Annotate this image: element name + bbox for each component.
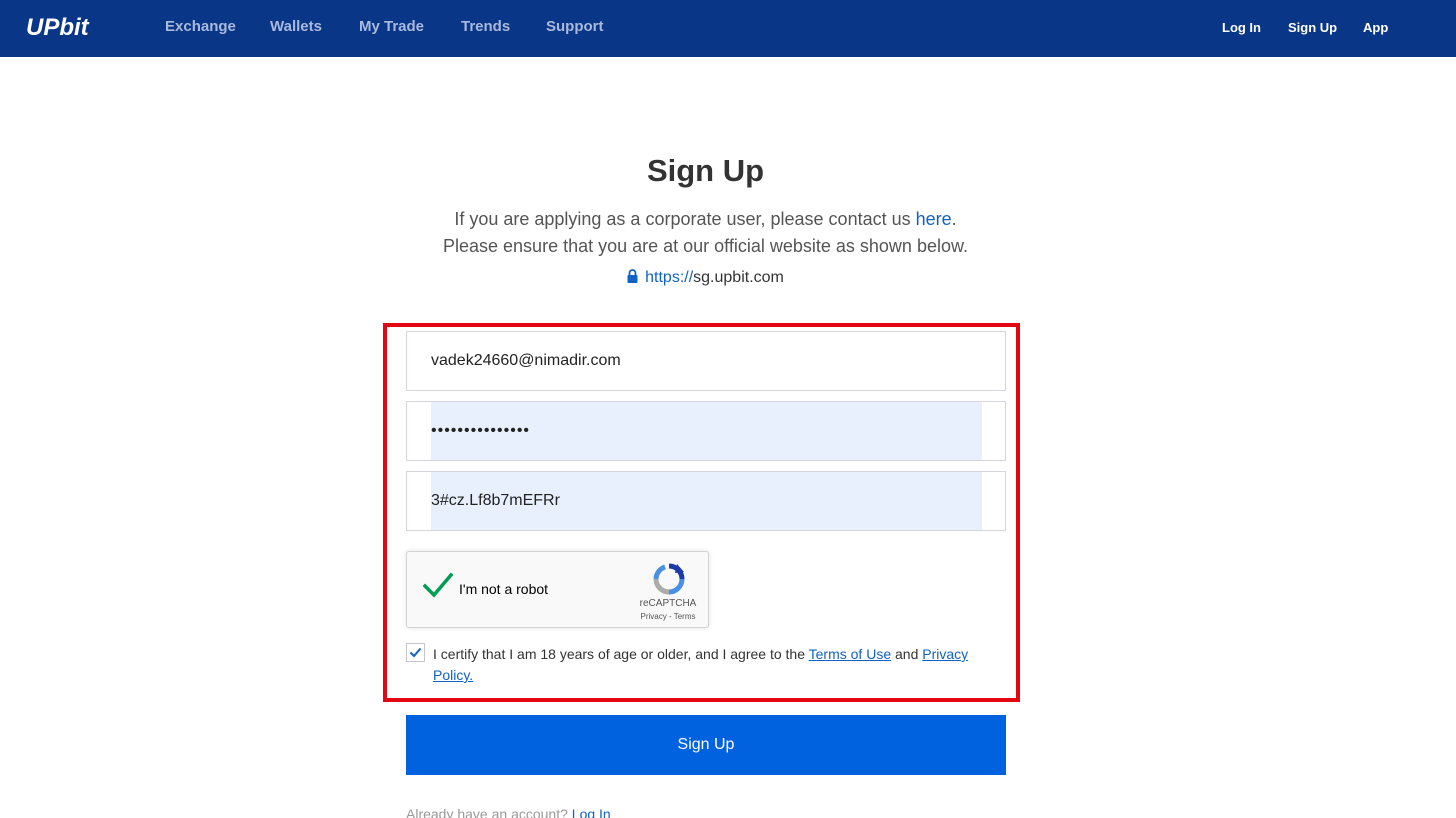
nav-exchange[interactable]: Exchange xyxy=(165,18,236,35)
official-url: https://sg.upbit.com xyxy=(0,269,1411,287)
corporate-notice-text: If you are applying as a corporate user,… xyxy=(454,209,916,229)
email-input[interactable] xyxy=(431,332,982,390)
terms-checkbox[interactable] xyxy=(406,643,425,662)
nav-trends[interactable]: Trends xyxy=(461,18,510,35)
upbit-logo[interactable]: UPbit xyxy=(26,12,108,42)
recaptcha-logo-icon xyxy=(653,563,685,595)
nav-my-trade[interactable]: My Trade xyxy=(359,18,424,35)
recaptcha-terms-link[interactable]: Terms xyxy=(674,612,696,621)
recaptcha-label: I'm not a robot xyxy=(459,581,549,597)
recaptcha-link-separator: - xyxy=(666,612,674,621)
top-nav-bar: UPbit Exchange Wallets My Trade Trends S… xyxy=(0,0,1456,57)
recaptcha-checkmark-icon[interactable] xyxy=(423,572,453,598)
svg-text:UPbit: UPbit xyxy=(26,14,90,41)
confirm-password-field xyxy=(406,471,1006,531)
terms-agreement-text: I certify that I am 18 years of age or o… xyxy=(433,644,993,686)
confirm-password-input[interactable] xyxy=(431,472,982,530)
checkbox-check-icon xyxy=(409,647,422,658)
page-title: Sign Up xyxy=(646,153,765,188)
nav-support[interactable]: Support xyxy=(546,18,604,35)
recaptcha-privacy-link[interactable]: Privacy xyxy=(641,612,667,621)
existing-account-note: Already have an account? Log In xyxy=(406,806,611,818)
corporate-notice: If you are applying as a corporate user,… xyxy=(0,209,1411,230)
signup-submit-button[interactable]: Sign Up xyxy=(406,715,1006,775)
recaptcha-brand: reCAPTCHA xyxy=(639,598,697,609)
password-field xyxy=(406,401,1006,461)
recaptcha-widget: I'm not a robot reCAPTCHA Privacy - Term… xyxy=(406,551,709,628)
header-app-link[interactable]: App xyxy=(1363,20,1388,35)
nav-wallets[interactable]: Wallets xyxy=(270,18,322,35)
terms-prefix: I certify that I am 18 years of age or o… xyxy=(433,646,809,662)
header-signup-link[interactable]: Sign Up xyxy=(1288,20,1337,35)
password-input[interactable] xyxy=(431,402,982,460)
terms-of-use-link[interactable]: Terms of Use xyxy=(809,646,891,662)
footer-login-link[interactable]: Log In xyxy=(572,806,611,818)
corporate-contact-link[interactable]: here xyxy=(916,209,952,229)
email-field xyxy=(406,331,1006,391)
url-host: sg.upbit.com xyxy=(693,269,784,286)
terms-conjunction: and xyxy=(891,646,923,662)
lock-icon xyxy=(627,269,638,283)
existing-account-text: Already have an account? xyxy=(406,806,572,818)
official-site-notice: Please ensure that you are at our offici… xyxy=(443,236,968,256)
corporate-notice-end: . xyxy=(951,209,957,229)
header-login-link[interactable]: Log In xyxy=(1222,20,1261,35)
recaptcha-links: Privacy - Terms xyxy=(631,612,705,621)
url-scheme: https:// xyxy=(645,269,694,286)
